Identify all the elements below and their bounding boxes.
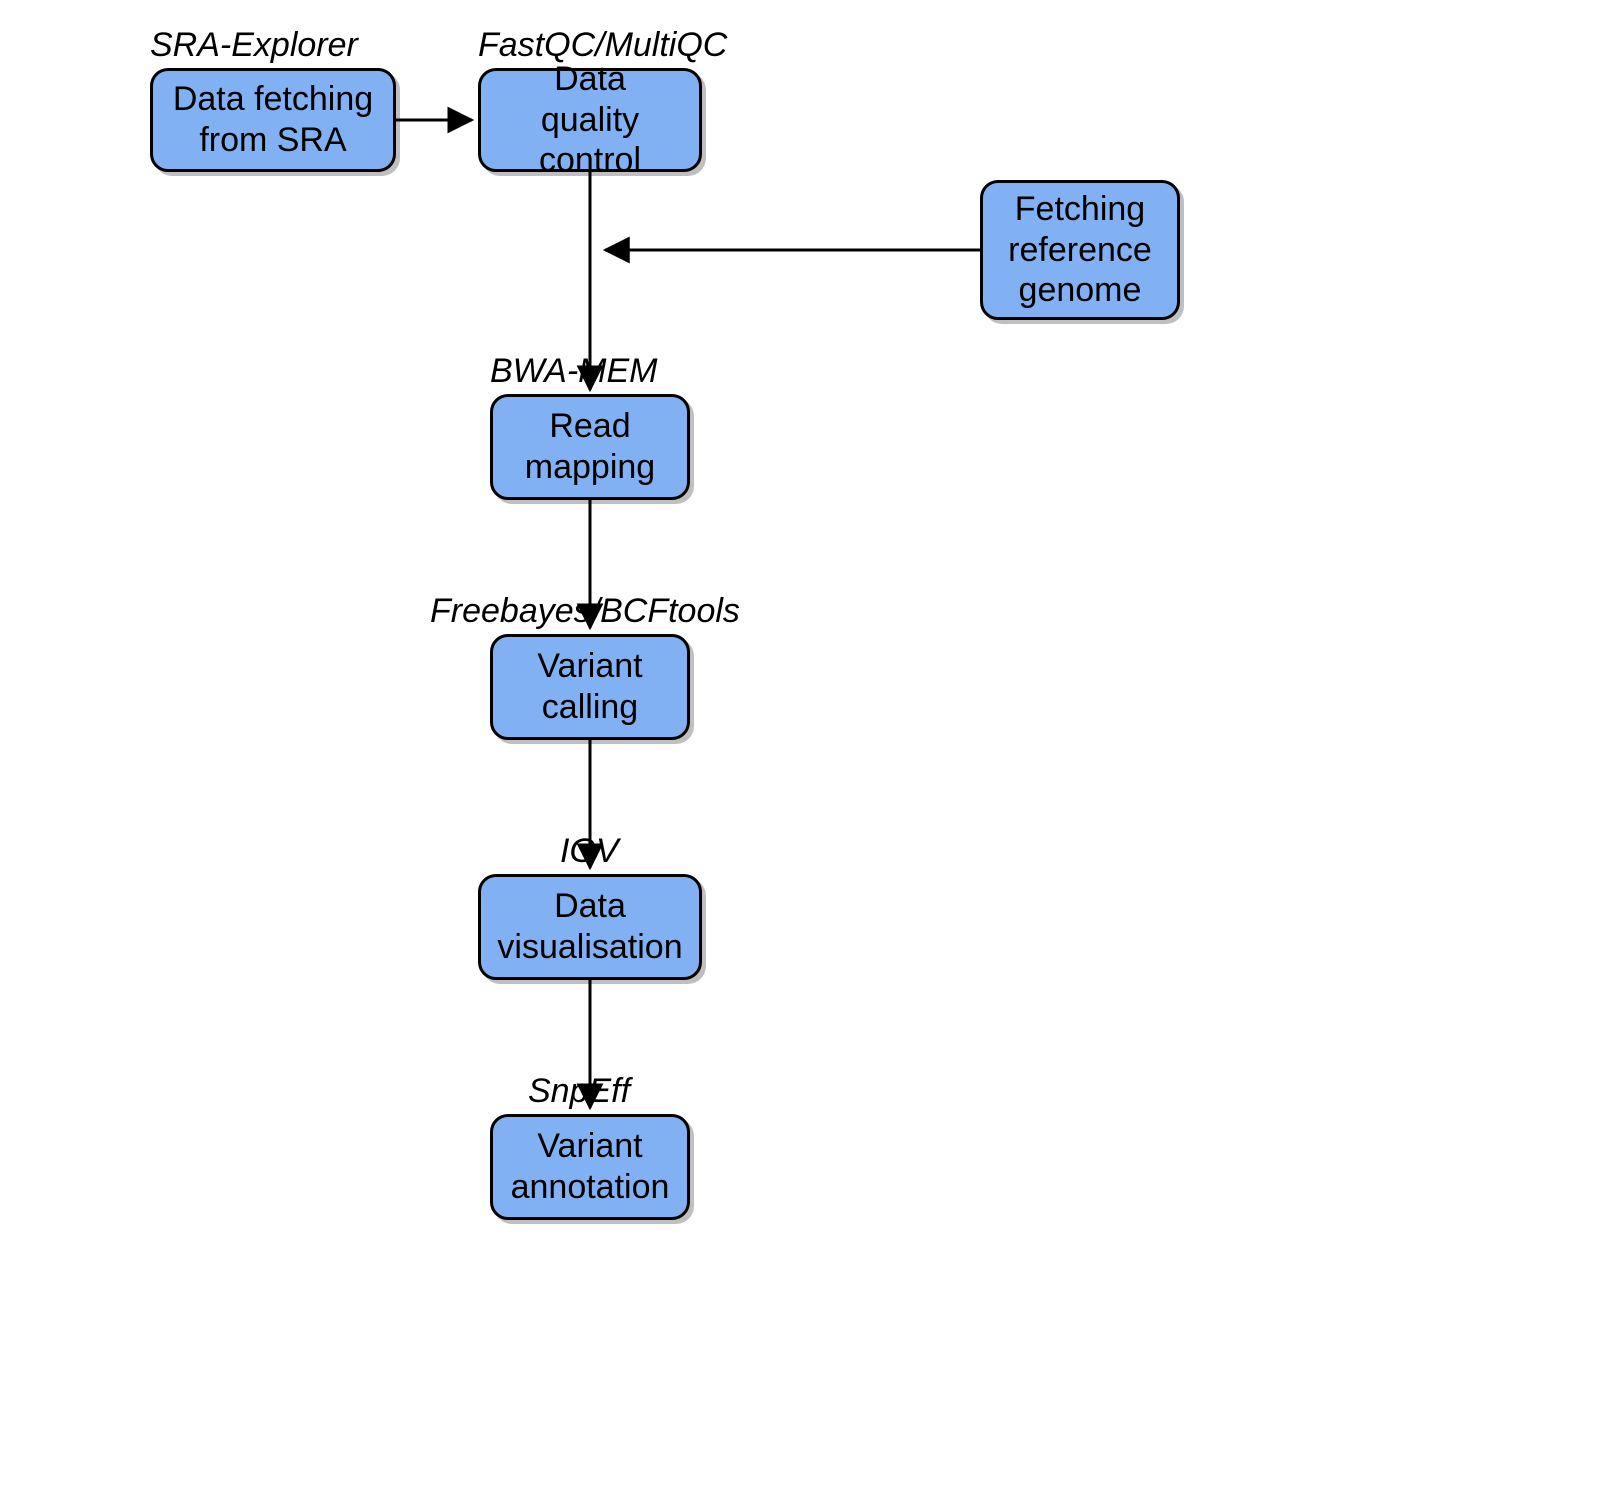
node-sra-fetch: Data fetching from SRA <box>150 68 396 172</box>
diagram-canvas: SRA-Explorer Data fetching from SRA Fast… <box>0 0 1600 1486</box>
node-ref-genome: Fetching reference genome <box>980 180 1180 320</box>
tool-label-sra: SRA-Explorer <box>150 26 358 65</box>
node-read-mapping: Read mapping <box>490 394 690 500</box>
node-qc-label: Data quality control <box>491 59 689 181</box>
node-data-vis-label: Data visualisation <box>497 886 682 968</box>
node-variant-calling: Variant calling <box>490 634 690 740</box>
node-qc: Data quality control <box>478 68 702 172</box>
node-variant-annot: Variant annotation <box>490 1114 690 1220</box>
node-ref-genome-label: Fetching reference genome <box>1008 189 1152 311</box>
tool-label-annot: SnpEff <box>528 1072 630 1111</box>
tool-label-calling: Freebayes/BCFtools <box>430 592 740 631</box>
node-variant-calling-label: Variant calling <box>537 646 642 728</box>
tool-label-vis: IGV <box>560 832 619 871</box>
tool-label-mapping: BWA-MEM <box>490 352 657 391</box>
node-data-vis: Data visualisation <box>478 874 702 980</box>
node-variant-annot-label: Variant annotation <box>511 1126 670 1208</box>
node-read-mapping-label: Read mapping <box>525 406 655 488</box>
edges-layer <box>0 0 1600 1486</box>
node-sra-fetch-label: Data fetching from SRA <box>173 79 373 161</box>
